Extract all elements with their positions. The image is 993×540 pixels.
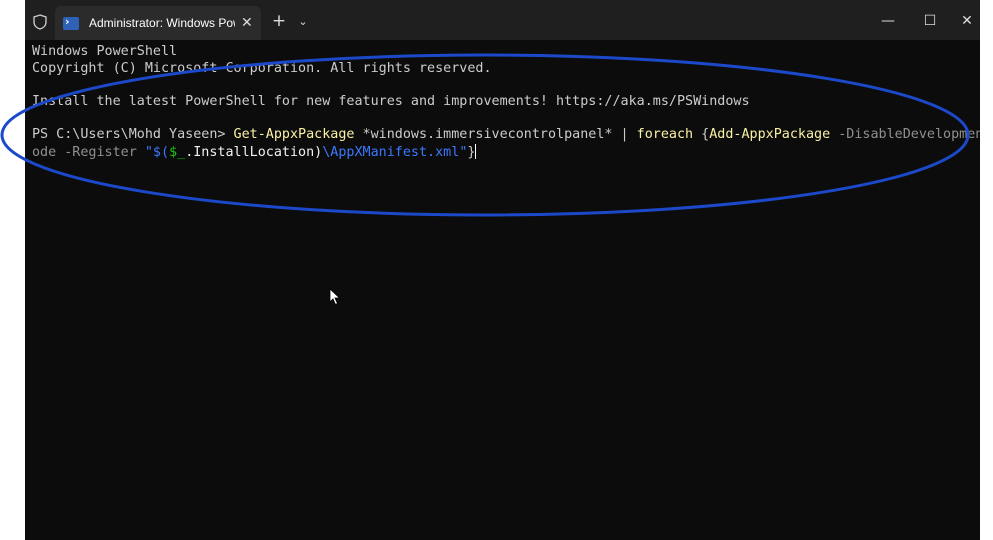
tab-close-icon[interactable]: ✕: [241, 15, 253, 31]
new-tab-button[interactable]: +: [269, 8, 289, 34]
manifest-path: \AppXManifest.xml: [322, 145, 460, 160]
foreach-keyword: foreach: [636, 127, 694, 142]
text-cursor: [475, 144, 477, 159]
tab-title: Administrator: Windows PowerShell: [89, 16, 235, 30]
mouse-pointer-icon: [329, 288, 341, 306]
string-open: "$(: [144, 145, 170, 160]
command-line-continued: ode -Register "$($_.InstallLocation)\App…: [32, 144, 477, 162]
header-line: Windows PowerShell: [32, 44, 178, 59]
close-button[interactable]: ✕: [955, 8, 979, 34]
brace-open: {: [693, 127, 710, 142]
argument: *windows.immersivecontrolpanel* |: [354, 127, 637, 142]
minimize-button[interactable]: —: [873, 8, 903, 34]
shield-icon: [33, 14, 47, 30]
copyright-line: Copyright (C) Microsoft Corporation. All…: [32, 61, 492, 76]
parameter-disable-dev: -DisableDevelopmentM: [838, 127, 980, 142]
terminal-output[interactable]: Windows PowerShell Copyright (C) Microso…: [25, 40, 980, 540]
prompt: PS C:\Users\Mohd Yaseen>: [32, 127, 234, 142]
brace-close: }: [467, 145, 476, 160]
powershell-icon: ›: [63, 15, 79, 30]
maximize-button[interactable]: ☐: [915, 8, 945, 34]
pipeline-variable: $_: [169, 145, 186, 160]
terminal-window: › Administrator: Windows PowerShell ✕ + …: [25, 0, 980, 540]
cmdlet-get-appxpackage: Get-AppxPackage: [233, 127, 355, 142]
title-bar: › Administrator: Windows PowerShell ✕ + …: [25, 0, 980, 40]
install-location-property: .InstallLocation): [185, 145, 323, 160]
chevron-down-icon[interactable]: ⌄: [293, 8, 313, 34]
command-line: PS C:\Users\Mohd Yaseen> Get-AppxPackage…: [32, 127, 980, 144]
parameter-continued: ode: [32, 145, 57, 160]
parameter-register: -Register: [56, 145, 145, 160]
tab-powershell[interactable]: › Administrator: Windows PowerShell ✕: [55, 6, 261, 40]
cmdlet-add-appxpackage: Add-AppxPackage: [709, 127, 831, 142]
install-hint-line: Install the latest PowerShell for new fe…: [32, 94, 750, 109]
